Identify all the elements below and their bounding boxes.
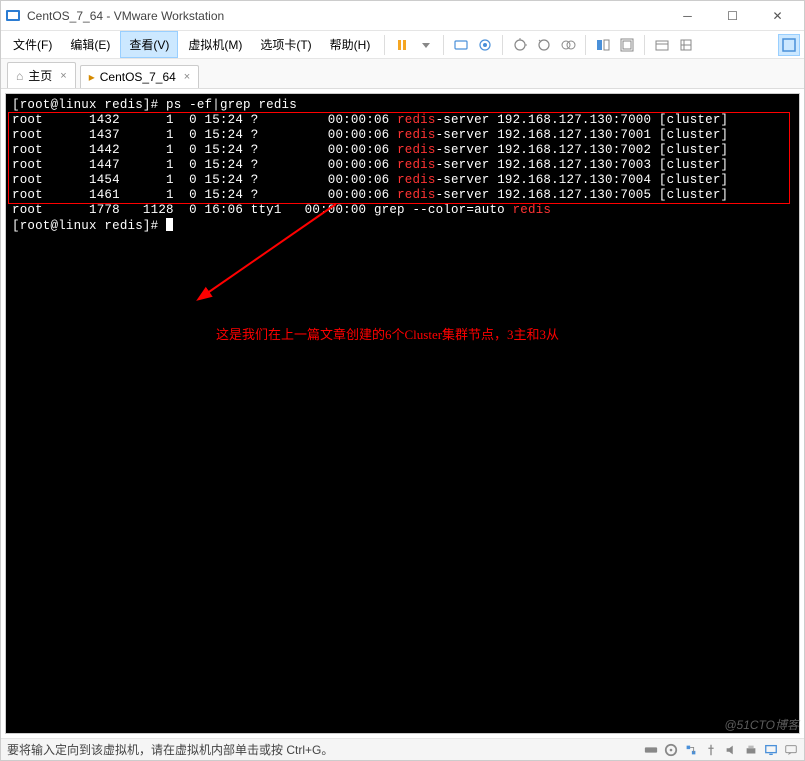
vmware-app-icon [5,8,21,24]
tab-vm[interactable]: ▸ CentOS_7_64 × [80,65,200,88]
home-icon: ⌂ [16,69,23,83]
sound-icon[interactable] [724,743,738,757]
unity-button[interactable] [616,34,638,56]
statusbar: 要将输入定向到该虚拟机，请在虚拟机内部单击或按 Ctrl+G。 [1,738,804,760]
tabbar: ⌂ 主页 × ▸ CentOS_7_64 × [1,59,804,89]
printer-icon[interactable] [744,743,758,757]
display-icon[interactable] [764,743,778,757]
menu-divider [384,35,385,55]
maximize-button[interactable]: ☐ [710,2,755,30]
menu-file[interactable]: 文件(F) [5,32,60,57]
tab-home[interactable]: ⌂ 主页 × [7,62,76,88]
hdd-icon[interactable] [644,743,658,757]
minimize-button[interactable]: ─ [665,2,710,30]
send-ctrl-alt-del-button[interactable] [450,34,472,56]
fit-guest-button[interactable] [592,34,614,56]
status-message: 要将输入定向到该虚拟机，请在虚拟机内部单击或按 Ctrl+G。 [7,741,644,758]
menu-vm[interactable]: 虚拟机(M) [180,32,250,57]
titlebar: CentOS_7_64 - VMware Workstation ─ ☐ ✕ [1,1,804,31]
message-icon[interactable] [784,743,798,757]
terminal-output: [root@linux redis]# ps -ef|grep redis ro… [6,94,799,238]
vm-icon: ▸ [89,70,95,84]
device-tray [644,743,798,757]
menu-divider-4 [585,35,586,55]
menubar: 文件(F) 编辑(E) 查看(V) 虚拟机(M) 选项卡(T) 帮助(H) [1,31,804,59]
window-title: CentOS_7_64 - VMware Workstation [27,9,665,23]
menu-view[interactable]: 查看(V) [120,31,178,58]
snapshot-take-button[interactable] [509,34,531,56]
terminal-viewport[interactable]: [root@linux redis]# ps -ef|grep redis ro… [5,93,800,734]
fullscreen-toggle-button[interactable] [675,34,697,56]
power-dropdown[interactable] [415,34,437,56]
menu-divider-3 [502,35,503,55]
usb-icon[interactable] [704,743,718,757]
watermark: @51CTO博客 [724,716,799,733]
close-button[interactable]: ✕ [755,2,800,30]
close-icon[interactable]: × [184,71,190,83]
close-icon[interactable]: × [60,70,66,82]
enter-fullscreen-button[interactable] [778,34,800,56]
tab-home-label: 主页 [28,67,52,84]
snapshot-revert-button[interactable] [533,34,555,56]
annotation-text: 这是我们在上一篇文章创建的6个Cluster集群节点，3主和3从 [216,324,559,343]
menu-tabs[interactable]: 选项卡(T) [252,32,319,57]
tab-vm-label: CentOS_7_64 [100,70,176,84]
network-icon[interactable] [684,743,698,757]
menu-divider-5 [644,35,645,55]
snapshot-manager-button[interactable] [557,34,579,56]
snapshot-button[interactable] [474,34,496,56]
menu-help[interactable]: 帮助(H) [322,32,379,57]
menu-divider-2 [443,35,444,55]
cd-icon[interactable] [664,743,678,757]
window-controls: ─ ☐ ✕ [665,2,800,30]
library-button[interactable] [651,34,673,56]
menu-edit[interactable]: 编辑(E) [62,32,118,57]
pause-button[interactable] [391,34,413,56]
